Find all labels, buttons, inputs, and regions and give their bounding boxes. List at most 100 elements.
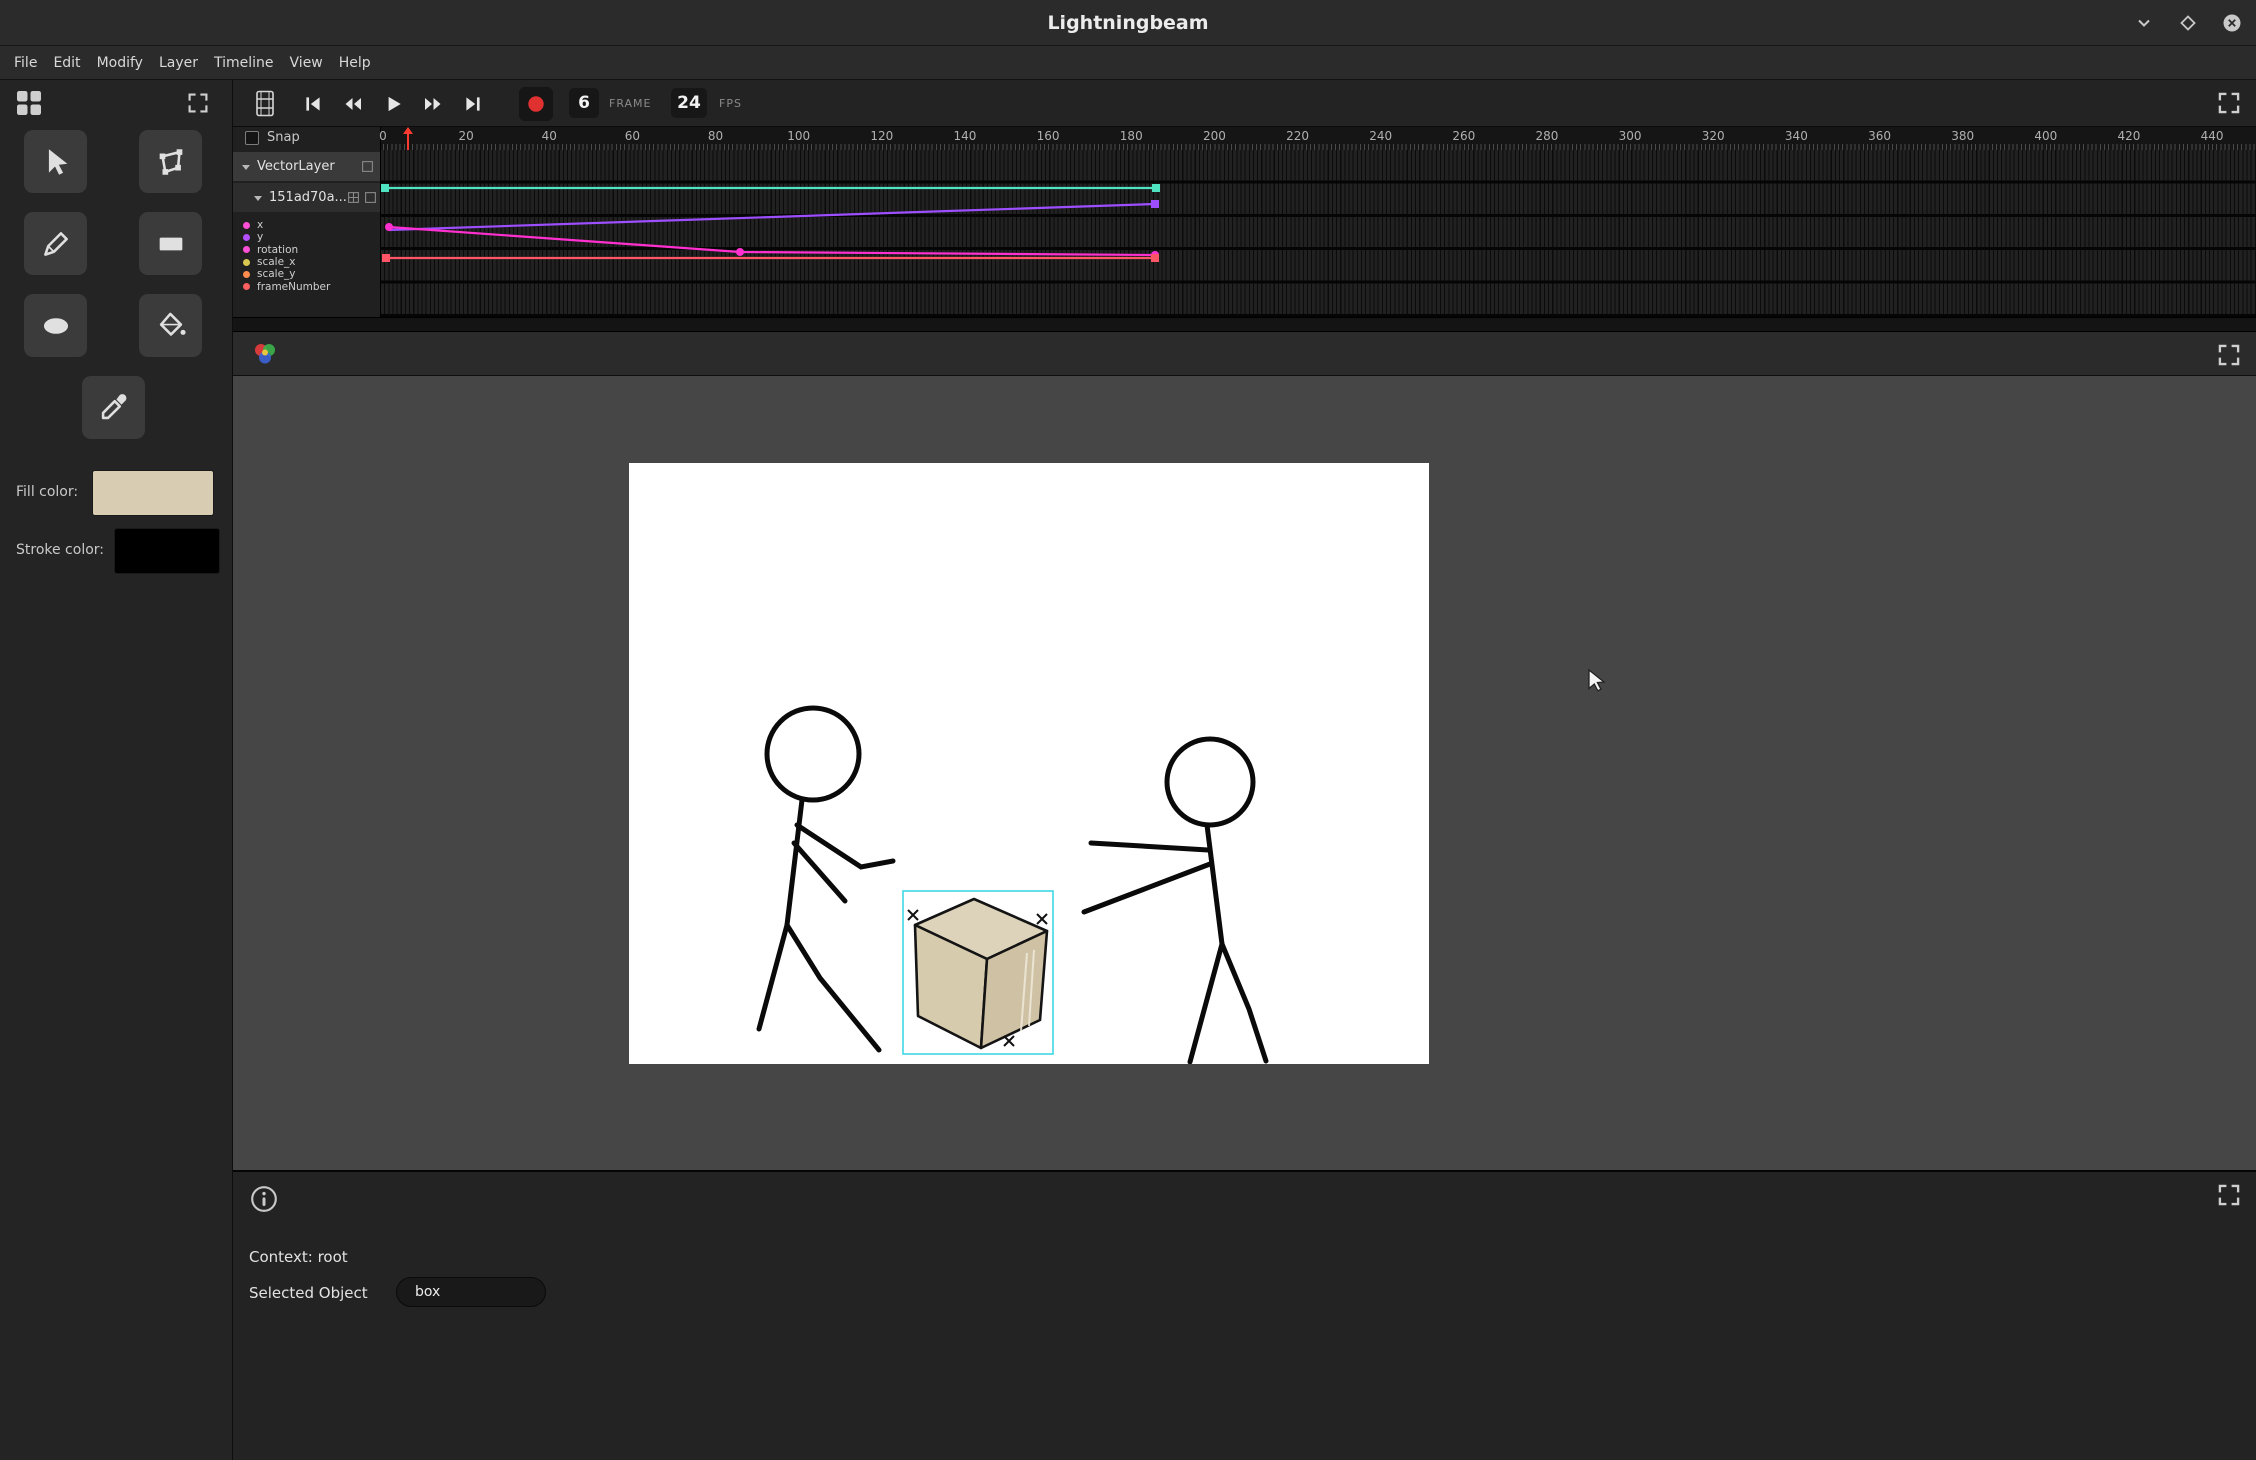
info-button[interactable] bbox=[249, 1184, 279, 1214]
chevron-down-icon[interactable] bbox=[241, 162, 251, 172]
menu-item-view[interactable]: View bbox=[282, 51, 331, 75]
ruler-tick-label: 300 bbox=[1619, 129, 1642, 143]
keyframe-marker[interactable] bbox=[1152, 184, 1160, 192]
menu-bar: FileEditModifyLayerTimelineViewHelp bbox=[0, 46, 2256, 80]
property-row-rotation[interactable]: rotation bbox=[233, 244, 380, 256]
rewind-button[interactable] bbox=[337, 88, 369, 120]
context-label: Context: root bbox=[249, 1248, 348, 1266]
stage-expand-button[interactable] bbox=[2216, 342, 2242, 368]
fps-label: FPS bbox=[719, 97, 742, 110]
title-bar: Lightningbeam bbox=[0, 0, 2256, 46]
snap-checkbox[interactable] bbox=[245, 131, 259, 145]
property-name: rotation bbox=[257, 244, 298, 256]
timeline-panel: 6 FRAME 24 FPS Snap VectorLayer 151ad70a… bbox=[233, 80, 2256, 331]
ruler-tick-label: 80 bbox=[708, 129, 723, 143]
property-name: frameNumber bbox=[257, 281, 330, 293]
pencil-tool-button[interactable] bbox=[24, 212, 87, 275]
ellipse-tool-button[interactable] bbox=[24, 294, 87, 357]
fill-color-label: Fill color: bbox=[16, 484, 78, 500]
layer-row-icons bbox=[361, 160, 374, 173]
maximize-icon[interactable] bbox=[2178, 13, 2198, 33]
property-row-scale_x[interactable]: scale_x bbox=[233, 256, 380, 268]
property-name: scale_x bbox=[257, 256, 296, 268]
ruler-tick-label: 380 bbox=[1951, 129, 1974, 143]
stick-figure-left bbox=[759, 708, 893, 1050]
menu-item-modify[interactable]: Modify bbox=[89, 51, 151, 75]
menu-item-timeline[interactable]: Timeline bbox=[206, 51, 282, 75]
timeline-tracks[interactable] bbox=[381, 150, 2256, 317]
window-controls bbox=[2134, 0, 2242, 45]
timeline-expand-button[interactable] bbox=[2216, 90, 2242, 116]
fill-swatch[interactable] bbox=[92, 470, 214, 516]
minimize-icon[interactable] bbox=[2134, 13, 2154, 33]
skip-end-button[interactable] bbox=[457, 88, 489, 120]
property-row-y[interactable]: y bbox=[233, 231, 380, 243]
keyframe-marker[interactable] bbox=[1151, 200, 1159, 208]
film-strip-icon bbox=[253, 89, 277, 118]
playhead[interactable] bbox=[407, 129, 409, 150]
menu-item-file[interactable]: File bbox=[6, 51, 45, 75]
play-button[interactable] bbox=[377, 88, 409, 120]
ruler-tick-label: 240 bbox=[1369, 129, 1392, 143]
apps-grid-button[interactable] bbox=[14, 88, 44, 118]
rectangle-tool-button[interactable] bbox=[139, 212, 202, 275]
frame-number-value[interactable]: 6 bbox=[569, 88, 599, 118]
property-row-frameNumber[interactable]: frameNumber bbox=[233, 280, 380, 292]
property-name: x bbox=[257, 219, 263, 231]
chevron-down-icon[interactable] bbox=[253, 193, 263, 203]
stage-panel bbox=[233, 331, 2256, 1170]
ruler-tick-label: 320 bbox=[1702, 129, 1725, 143]
stroke-swatch[interactable] bbox=[114, 528, 220, 574]
menu-item-help[interactable]: Help bbox=[331, 51, 379, 75]
object-row[interactable]: 151ad70a... bbox=[233, 183, 380, 212]
keyframe-marker[interactable] bbox=[385, 223, 393, 231]
window-title: Lightningbeam bbox=[1047, 12, 1208, 34]
paint-tool-button[interactable] bbox=[139, 294, 202, 357]
layer-toggle-icon[interactable] bbox=[361, 160, 374, 173]
select-tool-button[interactable] bbox=[24, 130, 87, 193]
tool-panel: Fill color: Stroke color: bbox=[0, 80, 233, 1460]
keyframe-marker[interactable] bbox=[381, 184, 389, 192]
fps-value[interactable]: 24 bbox=[671, 88, 707, 118]
ruler-tick-label: 220 bbox=[1286, 129, 1309, 143]
canvas-artboard[interactable] bbox=[629, 463, 1429, 1064]
ruler-tick-label: 200 bbox=[1203, 129, 1226, 143]
timeline-ruler[interactable]: 0204060801001201401601802002202402602803… bbox=[381, 127, 2256, 150]
transform-tool-button[interactable] bbox=[139, 130, 202, 193]
selected-object-label: Selected Object bbox=[249, 1284, 368, 1302]
property-row-x[interactable]: x bbox=[233, 219, 380, 231]
layer-name: VectorLayer bbox=[257, 159, 335, 174]
tool-palette bbox=[24, 130, 202, 439]
property-name: scale_y bbox=[257, 268, 296, 280]
ruler-tick-label: 20 bbox=[458, 129, 473, 143]
record-button[interactable] bbox=[519, 87, 553, 121]
selected-object-dropdown[interactable]: box bbox=[396, 1277, 546, 1307]
object-row-icons bbox=[347, 191, 377, 204]
box-toggle-icon[interactable] bbox=[364, 191, 377, 204]
tool-row-last bbox=[24, 376, 202, 439]
skip-start-button[interactable] bbox=[297, 88, 329, 120]
grid-toggle-icon[interactable] bbox=[347, 191, 360, 204]
ruler-tick-label: 140 bbox=[954, 129, 977, 143]
close-icon[interactable] bbox=[2222, 13, 2242, 33]
eyedropper-tool-button[interactable] bbox=[82, 376, 145, 439]
property-color-dot bbox=[243, 222, 250, 229]
stage-header bbox=[233, 332, 2256, 376]
inspector-expand-button[interactable] bbox=[2216, 1182, 2242, 1208]
menu-item-edit[interactable]: Edit bbox=[45, 51, 88, 75]
keyframe-marker[interactable] bbox=[1151, 254, 1159, 262]
ruler-tick-label: 340 bbox=[1785, 129, 1808, 143]
curve-y-curve[interactable] bbox=[389, 204, 1155, 230]
keyframe-marker[interactable] bbox=[736, 248, 744, 256]
ruler-tick-label: 120 bbox=[870, 129, 893, 143]
keyframe-marker[interactable] bbox=[382, 254, 390, 262]
tool-panel-expand-button[interactable] bbox=[186, 91, 210, 115]
layer-row-vectorlayer[interactable]: VectorLayer bbox=[233, 152, 380, 181]
menu-item-layer[interactable]: Layer bbox=[151, 51, 206, 75]
stroke-color-label: Stroke color: bbox=[16, 542, 104, 558]
ruler-tick-label: 0 bbox=[379, 129, 387, 143]
curve-x-curve[interactable] bbox=[389, 227, 1155, 255]
stage-drawing bbox=[629, 463, 1429, 1064]
fast-forward-button[interactable] bbox=[417, 88, 449, 120]
property-row-scale_y[interactable]: scale_y bbox=[233, 268, 380, 280]
